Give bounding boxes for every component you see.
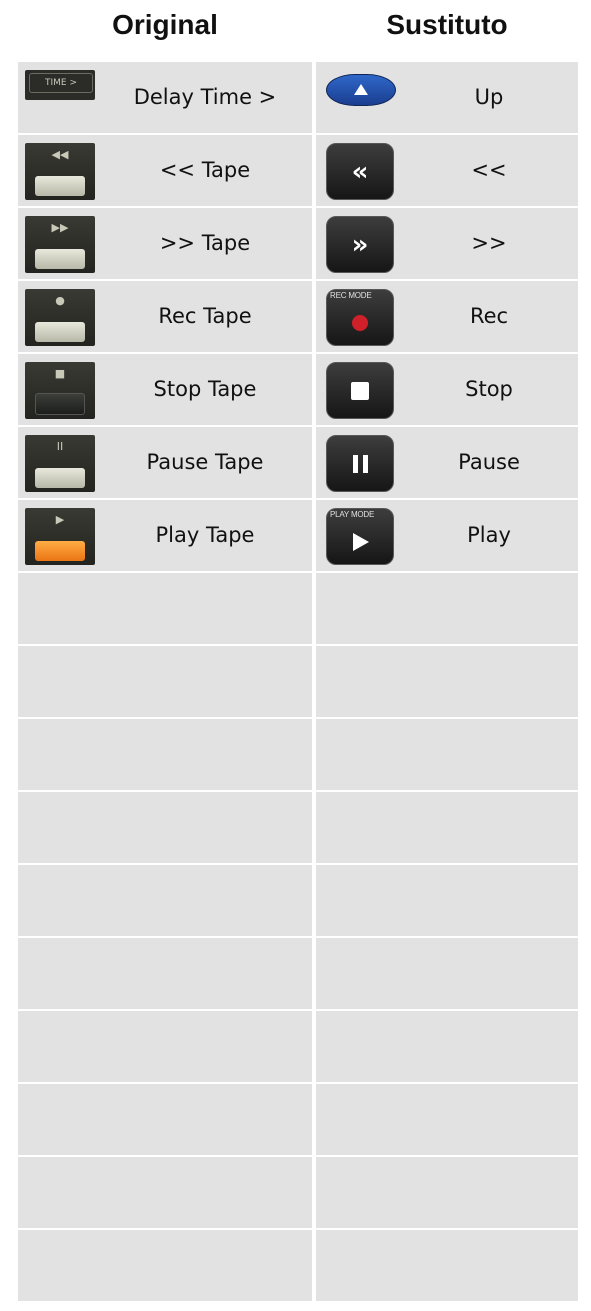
substitute-cell: Stop [316, 354, 578, 425]
table-row: TIME > Delay Time > Up [18, 62, 578, 133]
substitute-cell: » >> [316, 208, 578, 279]
rewind-button-icon: « [326, 143, 394, 200]
substitute-column-title: Sustituto [386, 9, 508, 40]
original-label: << Tape [159, 158, 251, 182]
original-cell: TIME > Delay Time > [18, 62, 312, 133]
empty-original-cell [18, 573, 312, 644]
substitute-label: Play [467, 523, 511, 547]
original-cell: ■ Stop Tape [18, 354, 312, 425]
empty-table-row [18, 1230, 578, 1301]
table-header: Original Sustituto [18, 0, 578, 62]
substitute-label: Pause [458, 450, 520, 474]
original-column-title: Original [112, 9, 218, 40]
stop-button-icon [326, 362, 394, 419]
empty-substitute-cell [316, 1011, 578, 1082]
original-label: Stop Tape [153, 377, 257, 401]
original-label: Pause Tape [146, 450, 264, 474]
empty-substitute-cell [316, 1230, 578, 1301]
substitute-label: Stop [465, 377, 513, 401]
delay-time-button-icon: TIME > [25, 70, 95, 100]
empty-table-row [18, 573, 578, 644]
empty-rows [18, 573, 578, 1301]
up-arrow-button-icon [326, 74, 396, 106]
rewind-tape-button-icon: ◀◀ [25, 143, 95, 200]
table-row: ▶▶ >> Tape » >> [18, 208, 578, 279]
table-row: ● Rec Tape REC MODE Rec [18, 281, 578, 352]
empty-original-cell [18, 646, 312, 717]
empty-substitute-cell [316, 573, 578, 644]
original-label: Play Tape [155, 523, 255, 547]
record-tape-button-icon: ● [25, 289, 95, 346]
substitute-label: Rec [469, 304, 509, 328]
empty-substitute-cell [316, 792, 578, 863]
original-label: Rec Tape [158, 304, 252, 328]
empty-substitute-cell [316, 1157, 578, 1228]
empty-substitute-cell [316, 938, 578, 1009]
empty-substitute-cell [316, 719, 578, 790]
play-tape-button-icon: ▶ [25, 508, 95, 565]
substitute-cell: REC MODE Rec [316, 281, 578, 352]
empty-substitute-cell [316, 865, 578, 936]
pause-button-icon [326, 435, 394, 492]
substitute-label: << [471, 158, 507, 182]
empty-original-cell [18, 792, 312, 863]
pause-tape-button-icon: II [25, 435, 95, 492]
fast-forward-tape-button-icon: ▶▶ [25, 216, 95, 273]
empty-table-row [18, 646, 578, 717]
substitute-label: Up [474, 85, 504, 109]
button-mapping-table: TIME > Delay Time > Up ◀◀ << Tape « << ▶… [18, 62, 578, 1303]
substitute-cell: « << [316, 135, 578, 206]
table-row: ◀◀ << Tape « << [18, 135, 578, 206]
empty-original-cell [18, 1157, 312, 1228]
substitute-cell: PLAY MODE Play [316, 500, 578, 571]
empty-original-cell [18, 865, 312, 936]
empty-table-row [18, 792, 578, 863]
empty-table-row [18, 865, 578, 936]
table-row: II Pause Tape Pause [18, 427, 578, 498]
empty-original-cell [18, 1084, 312, 1155]
original-cell: ▶ Play Tape [18, 500, 312, 571]
fast-forward-button-icon: » [326, 216, 394, 273]
empty-substitute-cell [316, 646, 578, 717]
empty-original-cell [18, 1011, 312, 1082]
substitute-cell: Pause [316, 427, 578, 498]
empty-table-row [18, 1084, 578, 1155]
empty-table-row [18, 719, 578, 790]
table-row: ■ Stop Tape Stop [18, 354, 578, 425]
empty-original-cell [18, 719, 312, 790]
empty-table-row [18, 1011, 578, 1082]
empty-original-cell [18, 1230, 312, 1301]
empty-substitute-cell [316, 1084, 578, 1155]
stop-tape-button-icon: ■ [25, 362, 95, 419]
original-cell: ◀◀ << Tape [18, 135, 312, 206]
original-cell: ● Rec Tape [18, 281, 312, 352]
empty-table-row [18, 938, 578, 1009]
play-button-icon: PLAY MODE [326, 508, 394, 565]
empty-original-cell [18, 938, 312, 1009]
original-label: >> Tape [159, 231, 251, 255]
empty-table-row [18, 1157, 578, 1228]
original-label: Delay Time > [133, 85, 277, 109]
record-button-icon: REC MODE [326, 289, 394, 346]
substitute-cell: Up [316, 62, 578, 133]
original-cell: ▶▶ >> Tape [18, 208, 312, 279]
substitute-label: >> [471, 231, 507, 255]
original-cell: II Pause Tape [18, 427, 312, 498]
table-row: ▶ Play Tape PLAY MODE Play [18, 500, 578, 571]
